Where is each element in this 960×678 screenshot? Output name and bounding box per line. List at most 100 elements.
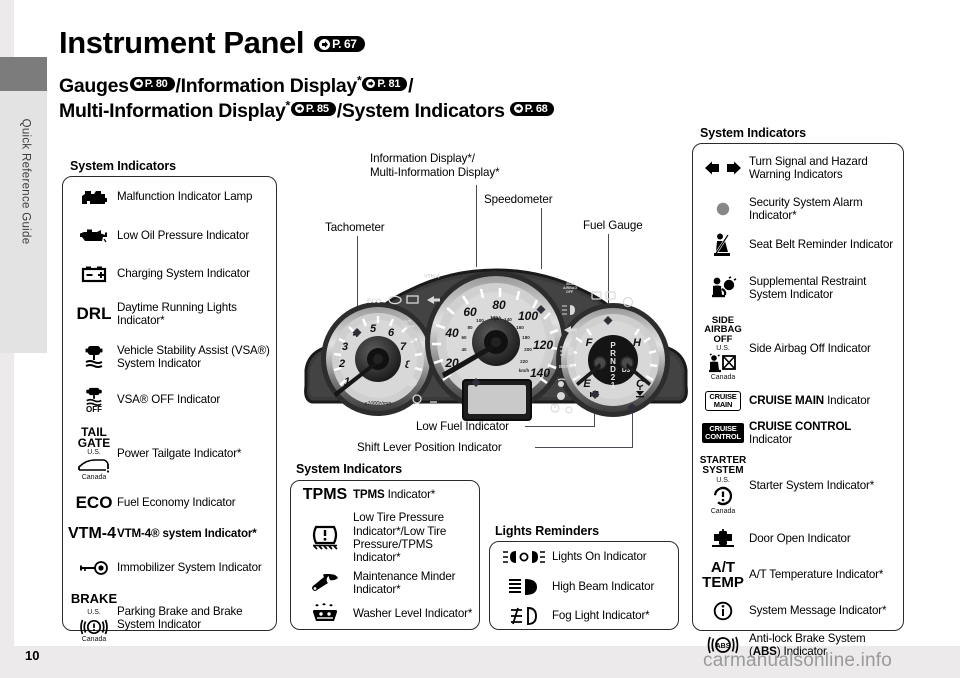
indicator-row-tpms: TPMS TPMS Indicator* <box>291 481 479 509</box>
indicator-row-lights-on: Lights On Indicator <box>490 542 678 572</box>
svg-text:ABS: ABS <box>716 643 731 650</box>
region-canada-label-2: Canada <box>81 636 107 643</box>
indicator-row-low-tire: Low Tire Pressure Indicator*/Low Tire Pr… <box>291 509 479 567</box>
svg-text:40: 40 <box>461 347 467 352</box>
arrow-right-icon <box>294 104 304 113</box>
indicator-row-tailgate: TAIL GATE U.S. Canada Power Tailgate Indi… <box>63 421 276 487</box>
eco-text-icon: ECO <box>75 493 113 512</box>
arrow-right-icon <box>133 79 143 88</box>
page-title: Instrument Panel P. 67 <box>59 25 366 61</box>
arrow-right-icon <box>513 104 523 113</box>
indicator-row-starter-system: STARTER SYSTEM U.S. Canada Starter System… <box>693 450 903 522</box>
starter-system-text-icon: STARTER SYSTEM <box>699 455 747 476</box>
callout-shift-lever: Shift Lever Position Indicator <box>357 441 502 454</box>
indicator-row-high-beam: High Beam Indicator <box>490 572 678 602</box>
page-ref-81[interactable]: P. 81 <box>362 77 408 91</box>
site-watermark: carmanualsonline.info <box>703 650 893 671</box>
page-ref-68-label: P. 68 <box>524 103 548 115</box>
svg-text:F: F <box>586 337 593 349</box>
arrow-right-icon <box>366 79 376 88</box>
indicator-row-side-airbag: SIDE AIRBAG OFF U.S. Canada Side Airbag Of… <box>693 312 903 386</box>
lights-panel-heading: Lights Reminders <box>495 524 599 538</box>
side-airbag-off-icon: SIDE AIRBAG OFF U.S. Canada <box>697 316 749 383</box>
region-canada-label: Canada <box>81 473 107 481</box>
indicator-label-security: Security System Alarm Indicator* <box>749 195 863 222</box>
low-tire-pressure-icon <box>297 525 353 551</box>
lights-on-icon <box>496 549 552 565</box>
side-airbag-text-icon: SIDE AIRBAG OFF <box>704 314 742 345</box>
indicator-row-charging: Charging System Indicator <box>63 255 276 293</box>
info-circle-icon <box>697 601 749 621</box>
svg-text:180: 180 <box>522 335 530 340</box>
callout-info-display: Information Display*/Multi-Information D… <box>370 152 500 179</box>
srs-airbag-icon <box>697 276 749 299</box>
region-canada-label-4: Canada <box>710 508 736 515</box>
security-alarm-dot-icon <box>697 201 749 217</box>
svg-text:200: 200 <box>524 347 532 352</box>
washer-level-icon <box>297 603 353 624</box>
indicator-label-seat-belt: Seat Belt Reminder Indicator <box>749 238 894 252</box>
indicator-label-tpms: TPMS Indicator* <box>353 488 436 502</box>
high-beam-icon <box>496 578 552 596</box>
svg-text:x1000r/min: x1000r/min <box>364 401 392 407</box>
svg-text:km/h: km/h <box>519 368 530 373</box>
indicator-label-vtm4: VTM-4® system Indicator* <box>117 527 257 541</box>
leader-line-shift-h <box>535 447 633 449</box>
page-ref-81-label: P. 81 <box>377 78 401 90</box>
indicator-row-brake: BRAKE U.S. Canada Parking Brake and Brak… <box>63 587 276 649</box>
indicator-label-low-oil: Low Oil Pressure Indicator <box>117 229 250 243</box>
fuel-temp-gauge: EF CH PRN D21 D3 <box>556 303 670 417</box>
svg-text:100: 100 <box>518 309 538 323</box>
indicator-label-malfunction: Malfunction Indicator Lamp <box>117 190 253 204</box>
page-ref-68[interactable]: P. 68 <box>509 102 555 116</box>
svg-text:3: 3 <box>342 341 348 353</box>
oil-can-icon <box>71 228 117 244</box>
tpms-indicators-panel: TPMS TPMS Indicator* Low Tire Pressure I… <box>290 480 480 630</box>
tpms-text-icon: TPMS <box>302 486 348 503</box>
indicator-label-side-airbag: Side Airbag Off Indicator <box>749 342 871 356</box>
indicator-row-door-open: Door Open Indicator <box>693 522 903 556</box>
svg-text:TEMP: TEMP <box>402 324 415 329</box>
indicator-label-washer: Washer Level Indicator* <box>353 607 473 621</box>
svg-text:5: 5 <box>370 323 377 335</box>
page-ref-67[interactable]: P. 67 <box>314 36 365 52</box>
indicator-row-turn-signal: Turn Signal and Hazard Warning Indicator… <box>693 144 903 192</box>
indicator-label-tailgate: Power Tailgate Indicator* <box>117 447 242 461</box>
page-ref-80-label: P. 80 <box>144 78 168 90</box>
indicator-label-maintenance: Maintenance Minder Indicator* <box>353 569 456 596</box>
svg-text:OFF: OFF <box>566 290 574 294</box>
indicator-row-security: Security System Alarm Indicator* <box>693 192 903 226</box>
battery-icon <box>71 265 117 283</box>
svg-text:220: 220 <box>520 359 528 364</box>
right-system-indicators-panel: Turn Signal and Hazard Warning Indicator… <box>692 143 904 658</box>
svg-text:2: 2 <box>338 358 345 370</box>
callout-tachometer: Tachometer <box>325 221 385 234</box>
svg-text:100: 100 <box>476 318 484 323</box>
indicator-row-cruise-control: CRUISE CONTROL CRUISE CONTROL Indicator <box>693 416 903 450</box>
page-number: 10 <box>25 648 40 663</box>
svg-text:160: 160 <box>516 325 524 330</box>
indicator-row-low-oil: Low Oil Pressure Indicator <box>63 217 276 255</box>
svg-text:120: 120 <box>490 315 498 320</box>
wrench-icon <box>297 573 353 593</box>
subtitle-slash: / <box>408 75 414 97</box>
indicator-row-drl: DRL Daytime Running Lights Indicator* <box>63 293 276 335</box>
indicator-row-maintenance: Maintenance Minder Indicator* <box>291 567 479 599</box>
callout-fuel-gauge: Fuel Gauge <box>583 219 643 232</box>
door-open-icon <box>697 529 749 549</box>
svg-text:140: 140 <box>530 366 550 380</box>
cruise-control-icon: CRUISE CONTROL <box>697 423 749 443</box>
left-panel-heading: System Indicators <box>70 159 176 173</box>
page-ref-80[interactable]: P. 80 <box>129 77 175 91</box>
lights-reminders-panel: Lights On Indicator High Beam Indicator … <box>489 541 679 630</box>
svg-text:H: H <box>633 337 642 349</box>
vsa-car-skid-icon <box>71 345 117 369</box>
starter-system-icon: STARTER SYSTEM U.S. Canada <box>697 456 749 516</box>
vsa-off-icon: OFF <box>71 387 117 414</box>
page-ref-85[interactable]: P. 85 <box>290 102 336 116</box>
key-immobilizer-icon <box>71 561 117 575</box>
indicator-row-vtm4: VTM-4 VTM-4® system Indicator* <box>63 519 276 549</box>
check-engine-icon <box>71 188 117 206</box>
svg-text:ECO: ECO <box>367 298 381 305</box>
svg-text:7: 7 <box>400 341 407 353</box>
